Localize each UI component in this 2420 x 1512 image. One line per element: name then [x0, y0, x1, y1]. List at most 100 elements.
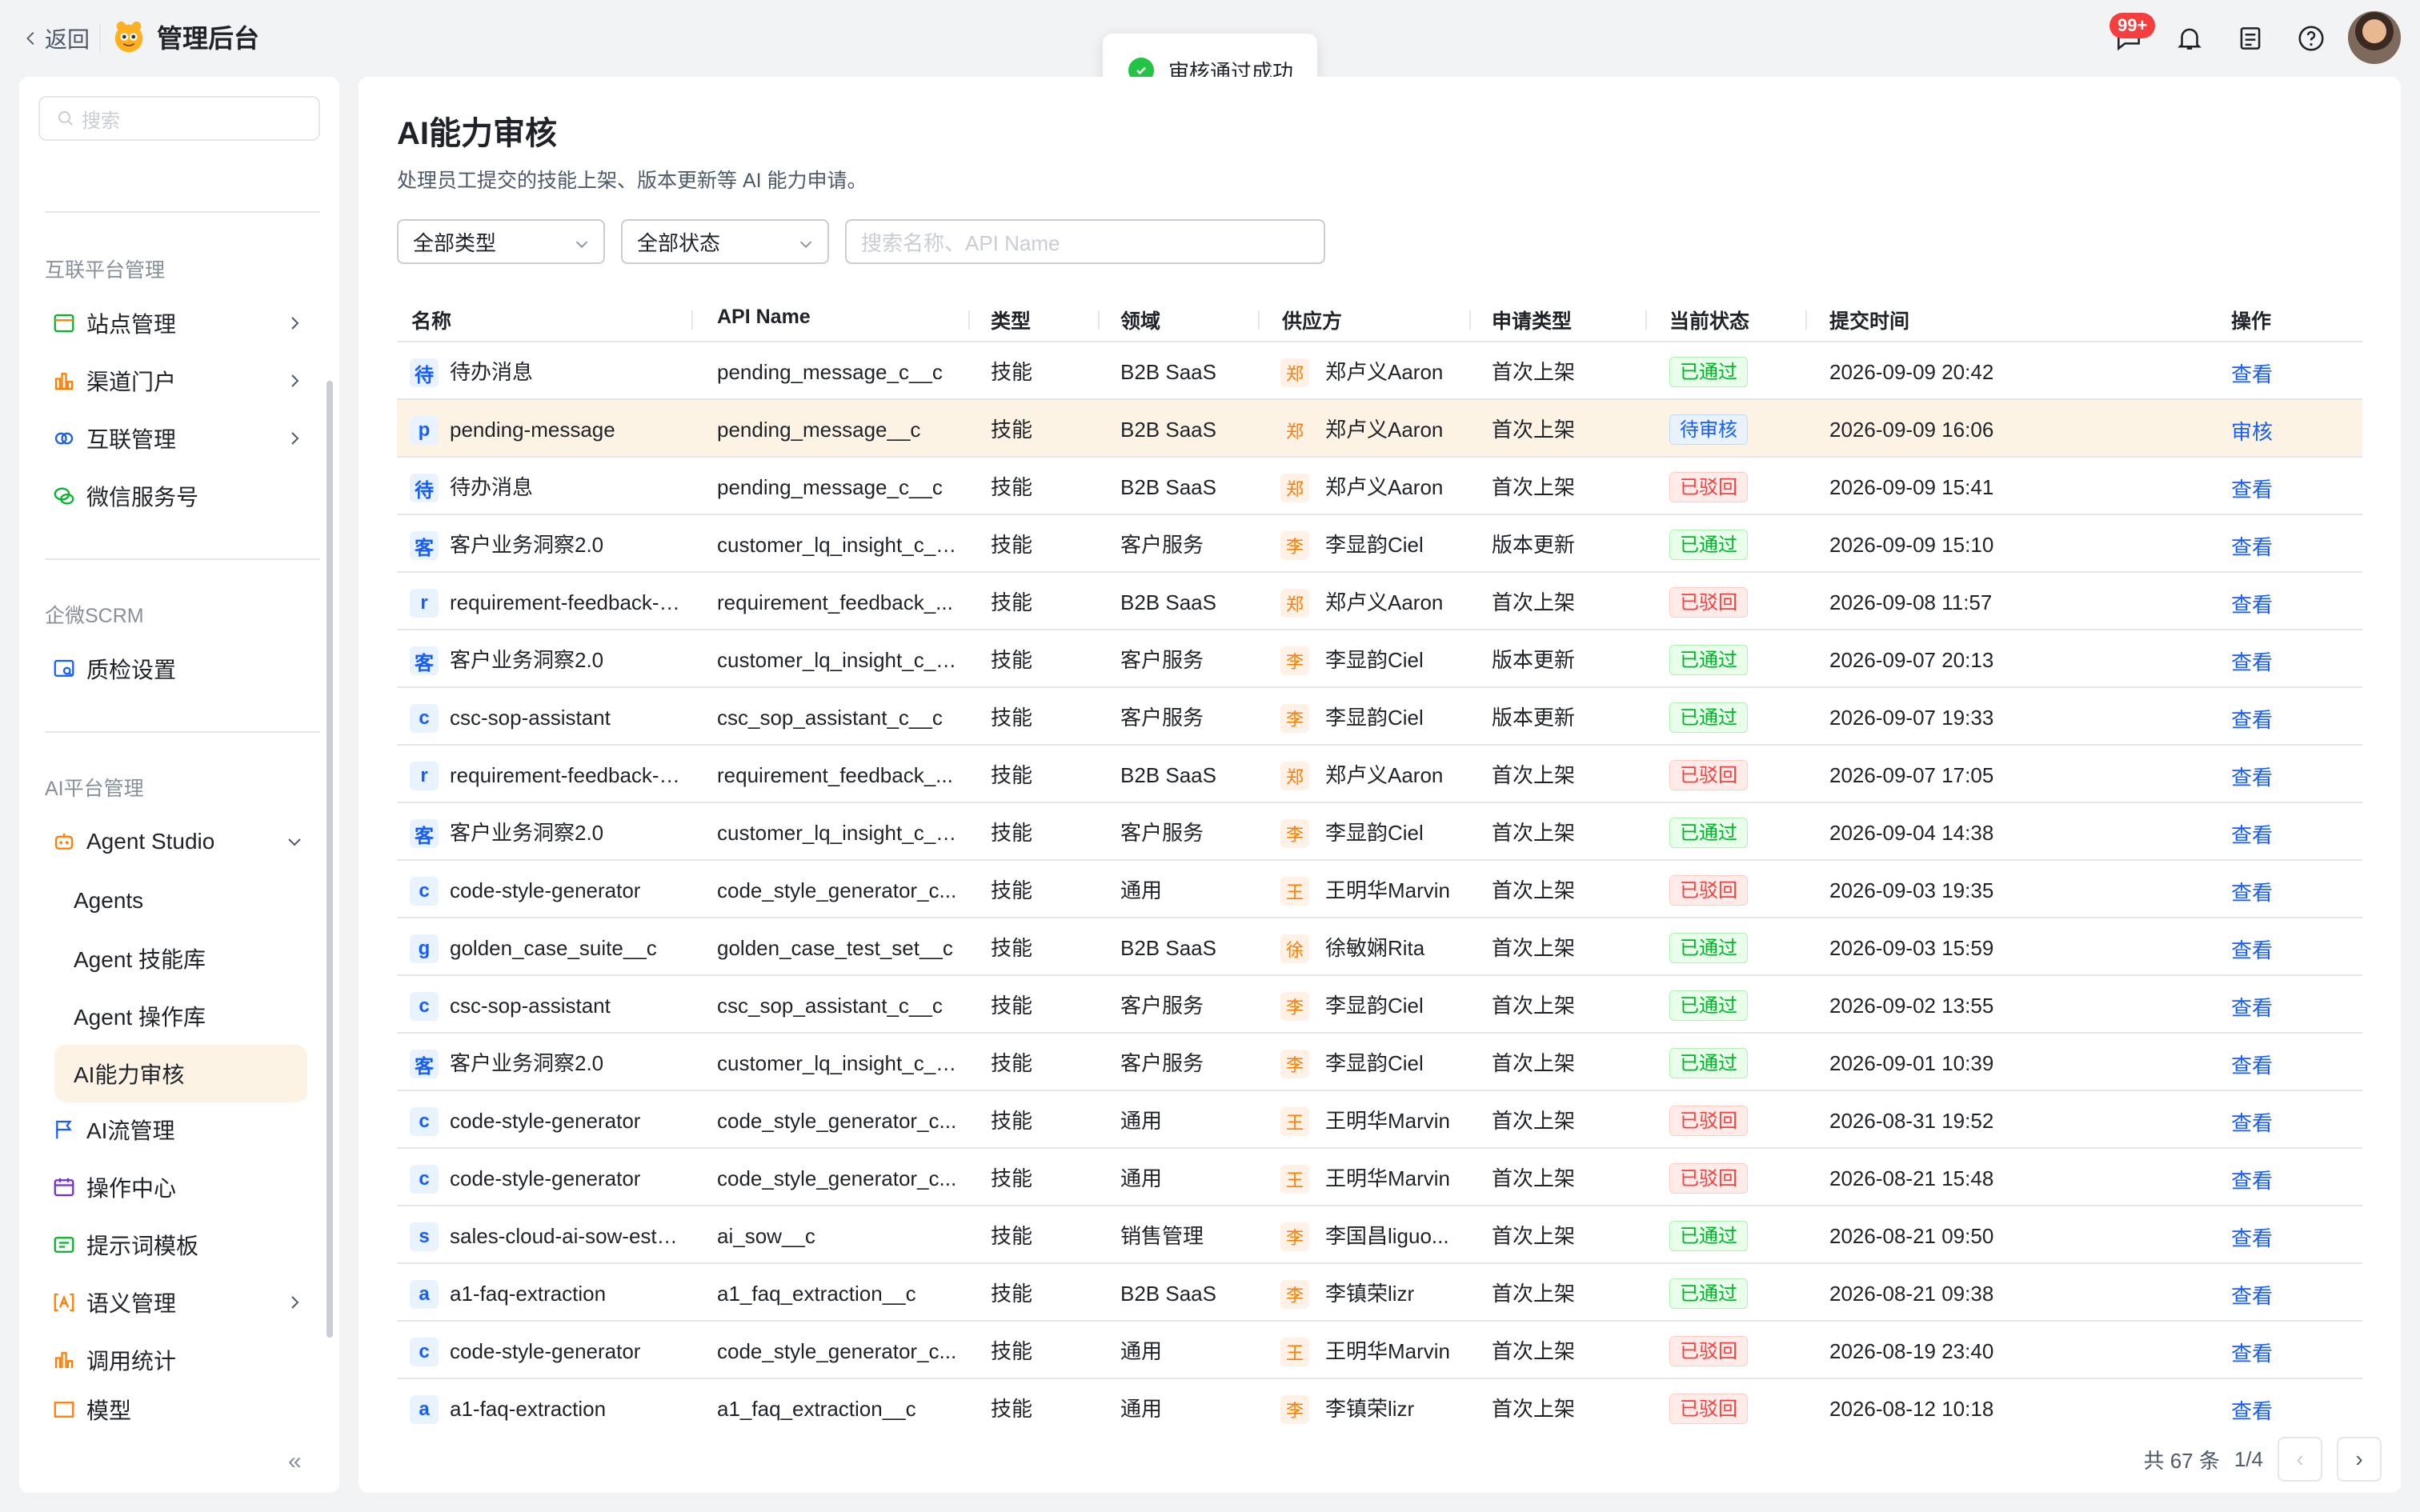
status-filter-select[interactable]: 全部状态 [621, 219, 829, 264]
table-row[interactable]: c code-style-generator code_style_generato… [397, 861, 2362, 918]
table-row[interactable]: c code-style-generator code_style_generato… [397, 1322, 2362, 1379]
sidebar-sub-agents[interactable]: Agents [54, 872, 307, 930]
item-apply-type: 首次上架 [1492, 360, 1576, 384]
item-apply-type: 首次上架 [1492, 1224, 1576, 1248]
view-link[interactable]: 查看 [2231, 1165, 2273, 1194]
table-row[interactable]: c csc-sop-assistant csc_sop_assistant_c__c… [397, 688, 2362, 746]
prev-page-button[interactable]: ‹ [2278, 1437, 2322, 1482]
table-row[interactable]: 待待办消息 pending_message_c__c 技能 B2B SaaS 郑郑卢义A… [397, 458, 2362, 515]
back-button[interactable]: 返回 [22, 21, 90, 56]
sidebar-scrollbar[interactable] [327, 381, 333, 1338]
table-body: 待待办消息 pending_message_c__c 技能 B2B SaaS 郑郑卢义A… [397, 342, 2362, 1427]
sidebar-item-channel[interactable]: 渠道门户 [51, 357, 311, 405]
item-api-name: requirement_feedback_... [717, 590, 953, 614]
table-row[interactable]: 待待办消息 pending_message_c__c 技能 B2B SaaS 郑郑卢义A… [397, 342, 2362, 400]
item-type: 技能 [991, 1051, 1033, 1075]
sidebar-search-input[interactable]: 搜索 [38, 96, 320, 141]
view-link[interactable]: 查看 [2231, 762, 2273, 791]
item-submit-time: 2026-09-07 20:13 [1829, 648, 1994, 672]
sidebar-sub-op-lib[interactable]: Agent 操作库 [54, 987, 307, 1045]
search-icon [58, 111, 73, 126]
tasks-button[interactable] [2233, 21, 2268, 56]
item-avatar: 待 [410, 474, 439, 502]
chevron-down-icon [799, 241, 812, 248]
table-row[interactable]: 客客户业务洞察2.0 customer_lq_insight_c__c 技能 客户服务… [397, 630, 2362, 688]
table-row[interactable]: c code-style-generator code_style_generato… [397, 1149, 2362, 1206]
sidebar: 搜索 互联平台管理 站点管理 渠道门户 互联管理 微信服务号 企微SCRM 质检… [19, 77, 339, 1493]
sidebar-item-model[interactable]: 模型 [51, 1394, 311, 1426]
table-row[interactable]: s sales-cloud-ai-sow-estima ai_sow__c 技能 销售管… [397, 1206, 2362, 1264]
table-row[interactable]: r requirement-feedback-har requirement_fee… [397, 573, 2362, 630]
sidebar-sub-skill-lib[interactable]: Agent 技能库 [54, 930, 307, 987]
collapse-sidebar-icon[interactable]: « [288, 1448, 317, 1477]
item-submit-time: 2026-09-07 19:33 [1829, 706, 1994, 730]
review-link[interactable]: 审核 [2231, 416, 2273, 446]
chevron-left-icon [26, 32, 34, 45]
notification-button[interactable] [2172, 21, 2207, 56]
col-name: 名称 [411, 310, 452, 333]
item-name: code-style-generator [450, 878, 641, 902]
type-filter-select[interactable]: 全部类型 [397, 219, 605, 264]
view-link[interactable]: 查看 [2231, 1222, 2273, 1252]
table-row[interactable]: 客客户业务洞察2.0 customer_lq_insight_c__c 技能 客户服务… [397, 803, 2362, 861]
sidebar-item-qc[interactable]: 质检设置 [51, 645, 311, 693]
item-domain: B2B SaaS [1120, 590, 1216, 614]
item-name: 客户业务洞察2.0 [450, 821, 604, 845]
item-avatar: 待 [410, 358, 439, 387]
table-row[interactable]: a a1-faq-extraction a1_faq_extraction__c 技能… [397, 1379, 2362, 1427]
table-row[interactable]: 客客户业务洞察2.0 customer_lq_insight_c__c 技能 客户服务… [397, 1034, 2362, 1091]
sidebar-item-prompt-template[interactable]: 提示词模板 [51, 1221, 311, 1269]
sidebar-item-op-center[interactable]: 操作中心 [51, 1163, 311, 1211]
item-domain: 通用 [1120, 1397, 1163, 1421]
view-link[interactable]: 查看 [2231, 934, 2273, 964]
table-row[interactable]: r requirement-feedback-har requirement_fee… [397, 746, 2362, 803]
view-link[interactable]: 查看 [2231, 358, 2273, 388]
sidebar-item-label: 互联管理 [86, 427, 177, 452]
item-type: 技能 [991, 648, 1033, 672]
view-link[interactable]: 查看 [2231, 589, 2273, 618]
view-link[interactable]: 查看 [2231, 646, 2273, 676]
table-row[interactable]: g golden_case_suite__c golden_case_test_se… [397, 918, 2362, 976]
help-button[interactable] [2294, 21, 2329, 56]
user-avatar[interactable] [2348, 11, 2401, 64]
item-name: code-style-generator [450, 1109, 641, 1133]
table-row[interactable]: c code-style-generator code_style_generato… [397, 1091, 2362, 1149]
item-name: requirement-feedback-har [450, 763, 682, 787]
model-icon [51, 1397, 77, 1422]
sidebar-item-site[interactable]: 站点管理 [51, 299, 311, 347]
table-row[interactable]: p pending-message pending_message__c 技能 B2B … [397, 400, 2362, 458]
sidebar-item-semantic[interactable]: 语义管理 [51, 1278, 311, 1326]
next-page-button[interactable]: › [2337, 1437, 2382, 1482]
view-link[interactable]: 查看 [2231, 1107, 2273, 1137]
item-avatar: 客 [410, 531, 439, 560]
view-link[interactable]: 查看 [2231, 1280, 2273, 1310]
item-domain: 通用 [1120, 1339, 1163, 1363]
view-link[interactable]: 查看 [2231, 1050, 2273, 1079]
view-link[interactable]: 查看 [2231, 1338, 2273, 1367]
sidebar-item-agent-studio[interactable]: Agent Studio [51, 818, 311, 866]
table-row[interactable]: a a1-faq-extraction a1_faq_extraction__c 技能… [397, 1264, 2362, 1322]
supplier-avatar: 李 [1280, 704, 1309, 733]
search-input[interactable]: 搜索名称、API Name [845, 219, 1325, 264]
view-link[interactable]: 查看 [2231, 992, 2273, 1022]
view-link[interactable]: 查看 [2231, 531, 2273, 561]
view-link[interactable]: 查看 [2231, 474, 2273, 503]
view-link[interactable]: 查看 [2231, 1395, 2273, 1425]
item-submit-time: 2026-09-09 16:06 [1829, 418, 1994, 442]
item-supplier: 王明华Marvin [1325, 1166, 1451, 1190]
sidebar-item-interconnect[interactable]: 互联管理 [51, 414, 311, 462]
sidebar-item-stats[interactable]: 调用统计 [51, 1336, 311, 1384]
sidebar-item-ai-flow[interactable]: AI流管理 [51, 1106, 311, 1154]
item-submit-time: 2026-09-03 19:35 [1829, 878, 1994, 902]
status-filter-value: 全部状态 [637, 230, 721, 255]
sidebar-item-wechat[interactable]: 微信服务号 [51, 472, 311, 520]
sidebar-sub-ai-review[interactable]: AI能力审核 [54, 1045, 307, 1102]
table-row[interactable]: 客客户业务洞察2.0 customer_lq_insight_c__c 技能 客户服务… [397, 515, 2362, 573]
bar-chart-icon [51, 1347, 77, 1373]
supplier-avatar: 李 [1280, 1222, 1309, 1251]
item-type: 技能 [991, 418, 1033, 442]
view-link[interactable]: 查看 [2231, 819, 2273, 849]
table-row[interactable]: c csc-sop-assistant csc_sop_assistant_c__c… [397, 976, 2362, 1034]
view-link[interactable]: 查看 [2231, 877, 2273, 906]
view-link[interactable]: 查看 [2231, 704, 2273, 734]
